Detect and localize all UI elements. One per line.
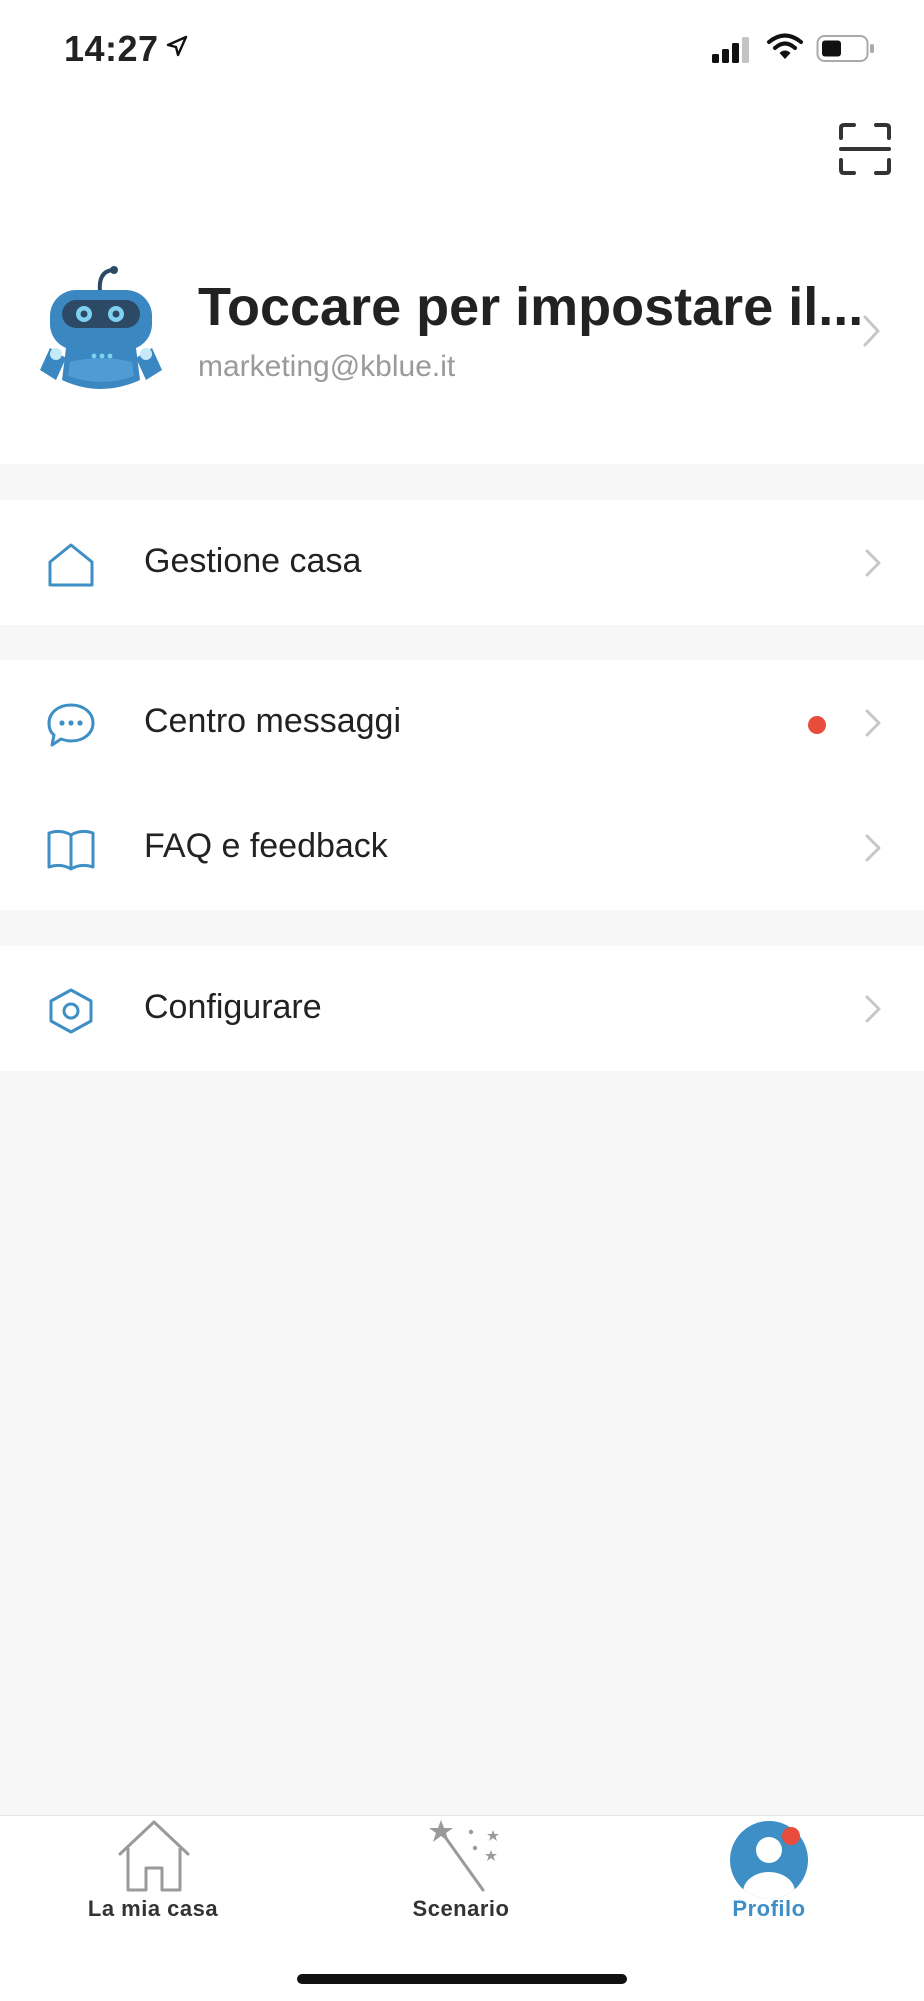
menu-group-settings: Configurare [0, 946, 924, 1071]
profile-email: marketing@kblue.it [198, 350, 456, 383]
chevron-right-icon[interactable] [862, 314, 882, 348]
tab-profile[interactable]: Profilo [659, 1816, 879, 1946]
location-arrow-icon [166, 35, 188, 57]
chevron-right-icon [865, 709, 881, 737]
home-icon [48, 543, 94, 587]
tab-label-my-home: La mia casa [87, 1896, 219, 1921]
menu-group-home: Gestione casa [0, 500, 924, 625]
robot-avatar[interactable] [36, 262, 166, 402]
menu-label-message-center: Centro messaggi [144, 702, 402, 740]
profile-avatar-icon [730, 1821, 808, 1899]
menu-item-message-center[interactable]: Centro messaggi [0, 660, 924, 785]
menu-group-support: Centro messaggi FAQ e feedback [0, 660, 924, 910]
chevron-right-icon [865, 549, 881, 577]
tab-my-home[interactable]: La mia casa [43, 1816, 263, 1946]
unread-badge [808, 716, 826, 734]
book-icon [47, 829, 95, 871]
wifi-icon [767, 33, 803, 59]
profile-name[interactable]: Toccare per impostare il... [198, 276, 866, 338]
menu-label-configure: Configurare [144, 988, 322, 1026]
menu-label-faq-feedback: FAQ e feedback [144, 827, 388, 865]
magic-wand-icon [429, 1820, 499, 1892]
menu-item-home-management[interactable]: Gestione casa [0, 500, 924, 625]
tab-label-profile: Profilo [732, 1896, 806, 1921]
house-outline-icon [118, 1820, 190, 1892]
scan-icon[interactable] [838, 122, 892, 176]
menu-label-home-management: Gestione casa [144, 542, 362, 580]
cellular-signal-icon [712, 37, 749, 63]
chat-bubble-icon [47, 703, 95, 747]
home-indicator [297, 1974, 627, 1984]
chevron-right-icon [865, 834, 881, 862]
tab-label-scenario: Scenario [412, 1896, 510, 1921]
menu-item-configure[interactable]: Configurare [0, 946, 924, 1071]
tab-scenario[interactable]: Scenario [351, 1816, 571, 1946]
menu-item-faq-feedback[interactable]: FAQ e feedback [0, 785, 924, 910]
battery-icon [816, 35, 874, 62]
status-bar: 14:27 [0, 0, 924, 100]
chevron-right-icon [865, 995, 881, 1023]
status-time: 14:27 [64, 28, 159, 69]
settings-hexagon-icon [49, 988, 93, 1034]
